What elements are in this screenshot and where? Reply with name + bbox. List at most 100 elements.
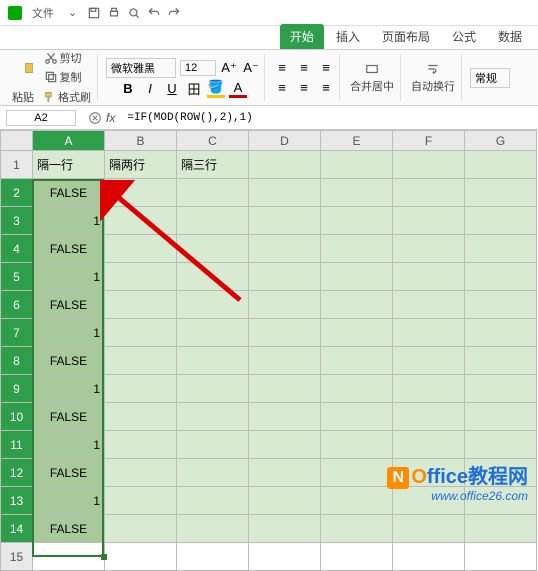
cell[interactable] bbox=[249, 263, 321, 291]
font-size-select[interactable]: 12 bbox=[180, 60, 216, 76]
cell[interactable] bbox=[177, 431, 249, 459]
cell[interactable] bbox=[321, 263, 393, 291]
cell[interactable] bbox=[177, 515, 249, 543]
cell[interactable] bbox=[105, 403, 177, 431]
save-icon[interactable] bbox=[87, 6, 101, 20]
cell[interactable] bbox=[465, 263, 537, 291]
fill-handle[interactable] bbox=[101, 554, 107, 560]
cell[interactable]: FALSE bbox=[33, 403, 105, 431]
cell[interactable]: 1 bbox=[33, 207, 105, 235]
cell[interactable] bbox=[177, 347, 249, 375]
align-left-icon[interactable]: ≡ bbox=[273, 79, 291, 97]
row-header[interactable]: 7 bbox=[1, 319, 33, 347]
cell[interactable] bbox=[393, 515, 465, 543]
cell[interactable] bbox=[321, 235, 393, 263]
cancel-formula-icon[interactable] bbox=[88, 111, 102, 125]
cell[interactable] bbox=[249, 487, 321, 515]
col-header-a[interactable]: A bbox=[33, 131, 105, 151]
cell[interactable] bbox=[249, 291, 321, 319]
row-header[interactable]: 11 bbox=[1, 431, 33, 459]
format-painter-button[interactable]: 格式刷 bbox=[40, 88, 93, 106]
cell[interactable] bbox=[465, 291, 537, 319]
cell[interactable] bbox=[321, 207, 393, 235]
cell[interactable] bbox=[321, 291, 393, 319]
align-right-icon[interactable]: ≡ bbox=[317, 79, 335, 97]
row-header[interactable]: 12 bbox=[1, 459, 33, 487]
cell[interactable] bbox=[321, 543, 393, 571]
cell[interactable]: 隔两行 bbox=[105, 151, 177, 179]
cell[interactable] bbox=[393, 263, 465, 291]
cell[interactable] bbox=[249, 319, 321, 347]
cell[interactable] bbox=[177, 263, 249, 291]
cell[interactable] bbox=[465, 347, 537, 375]
tab-start[interactable]: 开始 bbox=[280, 24, 324, 49]
cell[interactable] bbox=[321, 515, 393, 543]
cell[interactable] bbox=[249, 179, 321, 207]
cell[interactable] bbox=[465, 543, 537, 571]
decrease-font-icon[interactable]: A⁻ bbox=[242, 59, 260, 77]
wrap-button[interactable]: 自动换行 bbox=[409, 61, 457, 95]
select-all-corner[interactable] bbox=[1, 131, 33, 151]
cell[interactable]: FALSE bbox=[33, 291, 105, 319]
tab-data[interactable]: 数据 bbox=[488, 24, 532, 49]
cell[interactable] bbox=[249, 375, 321, 403]
row-header[interactable]: 14 bbox=[1, 515, 33, 543]
cell[interactable] bbox=[177, 543, 249, 571]
cell[interactable] bbox=[465, 431, 537, 459]
fx-icon[interactable]: fx bbox=[106, 111, 115, 125]
cell[interactable] bbox=[321, 459, 393, 487]
cell[interactable] bbox=[249, 347, 321, 375]
italic-button[interactable]: I bbox=[141, 80, 159, 98]
align-center-icon[interactable]: ≡ bbox=[295, 79, 313, 97]
cell[interactable]: 1 bbox=[33, 487, 105, 515]
redo-icon[interactable] bbox=[167, 6, 181, 20]
cell[interactable] bbox=[393, 207, 465, 235]
copy-button[interactable]: 复制 bbox=[42, 68, 84, 86]
cell[interactable] bbox=[393, 403, 465, 431]
cell[interactable] bbox=[321, 375, 393, 403]
cell[interactable] bbox=[465, 375, 537, 403]
cell[interactable] bbox=[249, 515, 321, 543]
cell[interactable] bbox=[105, 179, 177, 207]
align-bot-icon[interactable]: ≡ bbox=[317, 59, 335, 77]
cell[interactable]: 1 bbox=[33, 319, 105, 347]
cell[interactable] bbox=[177, 459, 249, 487]
cell[interactable] bbox=[393, 235, 465, 263]
row-header[interactable]: 8 bbox=[1, 347, 33, 375]
cell[interactable] bbox=[105, 207, 177, 235]
col-header-d[interactable]: D bbox=[249, 131, 321, 151]
cell[interactable] bbox=[249, 459, 321, 487]
cell[interactable] bbox=[105, 431, 177, 459]
cell[interactable] bbox=[105, 543, 177, 571]
cell[interactable] bbox=[465, 515, 537, 543]
cell[interactable] bbox=[393, 151, 465, 179]
font-select[interactable]: 微软雅黑 bbox=[106, 58, 176, 78]
cell[interactable] bbox=[465, 235, 537, 263]
align-top-icon[interactable]: ≡ bbox=[273, 59, 291, 77]
cell[interactable] bbox=[33, 543, 105, 571]
cell[interactable] bbox=[177, 403, 249, 431]
cell[interactable] bbox=[321, 487, 393, 515]
align-mid-icon[interactable]: ≡ bbox=[295, 59, 313, 77]
tab-insert[interactable]: 插入 bbox=[326, 24, 370, 49]
cell[interactable] bbox=[249, 431, 321, 459]
cell[interactable] bbox=[321, 403, 393, 431]
cell[interactable]: 隔一行 bbox=[33, 151, 105, 179]
cell[interactable] bbox=[465, 179, 537, 207]
font-color-button[interactable]: A bbox=[229, 80, 247, 98]
row-header[interactable]: 6 bbox=[1, 291, 33, 319]
name-box[interactable]: A2 bbox=[6, 110, 76, 126]
cell[interactable] bbox=[393, 375, 465, 403]
cell[interactable]: FALSE bbox=[33, 459, 105, 487]
file-menu[interactable]: 文件 bbox=[28, 5, 58, 21]
cell[interactable] bbox=[393, 291, 465, 319]
formula-bar[interactable]: =IF(MOD(ROW(),2),1) bbox=[121, 110, 538, 126]
cell[interactable] bbox=[249, 543, 321, 571]
cell[interactable] bbox=[249, 403, 321, 431]
cell[interactable] bbox=[321, 179, 393, 207]
cut-button[interactable]: 剪切 bbox=[42, 49, 84, 67]
tab-layout[interactable]: 页面布局 bbox=[372, 24, 440, 49]
cell[interactable]: 1 bbox=[33, 375, 105, 403]
cell[interactable] bbox=[321, 319, 393, 347]
underline-button[interactable]: U bbox=[163, 80, 181, 98]
